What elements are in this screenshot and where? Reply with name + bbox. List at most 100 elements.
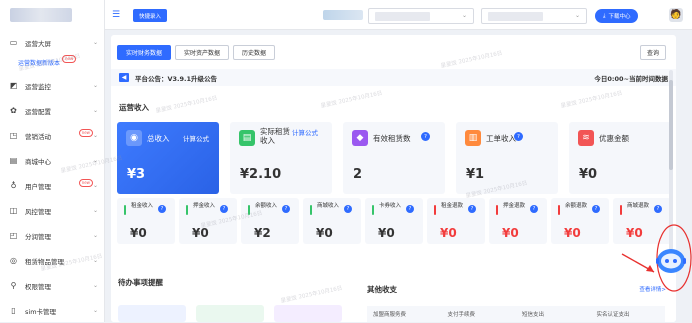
todo-item[interactable] <box>196 305 264 322</box>
sub-metric-name: 租金收入 <box>131 203 154 209</box>
sub-metric-card[interactable]: 卡券收入 ? ¥0 <box>365 198 423 244</box>
sub-metric-card[interactable]: 押金收入 ? ¥0 <box>179 198 237 244</box>
tab[interactable]: 实时财务数据 <box>117 45 172 60</box>
metric-card[interactable]: ≋ 优惠金额 ¥0 <box>569 122 671 194</box>
announcement-icon: ◀ <box>119 73 129 82</box>
sub-metric-value: ¥0 <box>130 226 147 240</box>
help-icon[interactable]: ? <box>282 205 290 213</box>
metric-card[interactable]: ▤ 实际租赁收入 计算公式 ¥2.10 <box>230 122 332 194</box>
metric-name: 优惠金额 <box>599 134 629 143</box>
sub-metric-card[interactable]: 押金退款 ? ¥0 <box>489 198 547 244</box>
store-select[interactable]: ⌄ <box>368 8 474 24</box>
sidebar-item[interactable]: ▯ sim卡管理 ⌄ <box>0 298 104 323</box>
platform-notice[interactable]: ◀ 平台公告：V3.9.1升级公告 今日0:00~当前时间数据 <box>111 69 676 86</box>
query-button[interactable]: 查询 <box>639 45 666 60</box>
sidebar-item[interactable]: ◩ 运营监控 ⌄ <box>0 73 104 98</box>
sidebar-item-label: 运营大屏 <box>25 39 51 48</box>
formula-link[interactable]: 计算公式 <box>183 133 209 143</box>
indicator-bar <box>620 205 622 215</box>
chevron-down-icon: ⌄ <box>92 207 98 214</box>
help-icon[interactable]: ? <box>592 205 600 213</box>
sidebar-item[interactable]: ◫ 风控管理 ⌄ <box>0 198 104 223</box>
sidebar-item[interactable]: ◎ 租赁物品管理 ⌄ <box>0 248 104 273</box>
todo-item[interactable] <box>118 305 186 322</box>
chevron-down-icon: ⌄ <box>92 182 98 189</box>
chevron-down-icon: ⌄ <box>92 282 98 289</box>
help-icon[interactable]: ? <box>468 205 476 213</box>
download-center-button[interactable]: ⤓ 下载中心 <box>595 9 639 23</box>
time-range-text: 今日0:00~当前时间数据 <box>594 74 668 83</box>
branch-select[interactable]: ⌄ <box>481 8 587 24</box>
sub-metric-name: 卡券收入 <box>379 203 402 209</box>
sub-metric-value: ¥0 <box>502 226 519 240</box>
metric-value: ¥3 <box>127 167 146 182</box>
avatar[interactable]: 🧑 <box>669 8 683 22</box>
menu-toggle-icon[interactable]: ☰ <box>112 10 120 20</box>
metric-value: 2 <box>353 167 363 182</box>
sub-metric-value: ¥0 <box>378 226 395 240</box>
sidebar-item-label: 运营配置 <box>25 107 51 116</box>
tab[interactable]: 实时资产数据 <box>175 45 230 60</box>
sidebar-item[interactable]: ♁ 用户管理 new ⌄ <box>0 173 104 198</box>
todo-panel: 待办事项提醒 <box>111 270 349 322</box>
help-icon[interactable]: ? <box>654 205 662 213</box>
todo-item[interactable] <box>274 305 342 322</box>
scrollbar-thumb[interactable] <box>669 80 673 170</box>
store-icon: ▤ <box>9 156 18 165</box>
new-badge: new <box>62 55 77 63</box>
sidebar-item[interactable]: ⚲ 权限管理 ⌄ <box>0 273 104 298</box>
metric-name: 工单收入 <box>486 134 516 143</box>
indicator-bar <box>124 205 126 215</box>
chevron-down-icon: ⌄ <box>92 82 98 89</box>
help-icon[interactable]: ? <box>421 132 430 141</box>
metric-name: 实际租赁收入 <box>260 127 290 145</box>
help-icon[interactable]: ? <box>530 205 538 213</box>
help-icon[interactable]: ? <box>406 205 414 213</box>
box-icon: ◎ <box>10 256 17 265</box>
sub-metric-value: ¥0 <box>440 226 457 240</box>
sub-metric-card[interactable]: 租金收入 ? ¥0 <box>117 198 175 244</box>
chevron-down-icon: ⌄ <box>92 232 98 239</box>
share-icon: ◰ <box>9 231 18 240</box>
notice-text[interactable]: 平台公告：V3.9.1升级公告 <box>135 73 217 83</box>
metric-card[interactable]: ◆ 有效租赁数 ? 2 <box>343 122 445 194</box>
sub-metric-card[interactable]: 租金退款 ? ¥0 <box>427 198 485 244</box>
help-icon[interactable]: ? <box>344 205 352 213</box>
sub-metric-card[interactable]: 余额收入 ? ¥2 <box>241 198 299 244</box>
sidebar-item[interactable]: ▭ 运营大屏 ⌄ <box>0 30 104 55</box>
sub-metric-card[interactable]: 商城收入 ? ¥0 <box>303 198 361 244</box>
indicator-bar <box>186 205 188 215</box>
sub-metric-name: 商城退款 <box>627 203 650 209</box>
sub-metric-value: ¥0 <box>192 226 209 240</box>
sidebar-item[interactable]: ▤ 商城中心 ⌄ <box>0 148 104 173</box>
indicator-bar <box>496 205 498 215</box>
help-icon[interactable]: ? <box>514 132 523 141</box>
chevron-down-icon: ⌄ <box>92 257 98 264</box>
indicator-bar <box>310 205 312 215</box>
download-icon: ⤓ <box>603 12 606 19</box>
sidebar-item[interactable]: ◳ 营销活动 new ⌄ <box>0 123 104 148</box>
receipt-icon: ▤ <box>239 130 255 146</box>
sub-metric-name: 租金退款 <box>441 203 464 209</box>
sidebar-item[interactable]: ◰ 分润管理 ⌄ <box>0 223 104 248</box>
document-icon: ▥ <box>465 130 481 146</box>
chevron-down-icon: ⌄ <box>92 157 98 164</box>
store-name-blurred <box>323 10 363 20</box>
help-icon[interactable]: ? <box>220 205 228 213</box>
indicator-bar <box>248 205 250 215</box>
branch-select-value <box>488 12 543 21</box>
sidebar-subitem[interactable]: 运营数据新版本 new <box>0 55 104 69</box>
section-title: 运营收入 <box>119 103 149 112</box>
sidebar-subitem-label: 运营数据新版本 <box>18 59 61 67</box>
sidebar-item[interactable]: ✿ 运营配置 ⌄ <box>0 98 104 123</box>
metric-card[interactable]: ▥ 工单收入 ? ¥1 <box>456 122 558 194</box>
formula-link[interactable]: 计算公式 <box>292 129 324 137</box>
chevron-down-icon: ⌄ <box>92 107 98 114</box>
chevron-down-icon: ⌄ <box>92 307 98 314</box>
metric-card[interactable]: ◉ 总收入 计算公式 ¥3 <box>117 122 219 194</box>
quick-entry-button[interactable]: 快捷录入 <box>133 9 168 22</box>
help-icon[interactable]: ? <box>158 205 166 213</box>
sidebar-item-label: sim卡管理 <box>25 307 57 316</box>
assistant-robot-icon[interactable] <box>654 246 688 276</box>
tab[interactable]: 历史数据 <box>233 45 276 60</box>
